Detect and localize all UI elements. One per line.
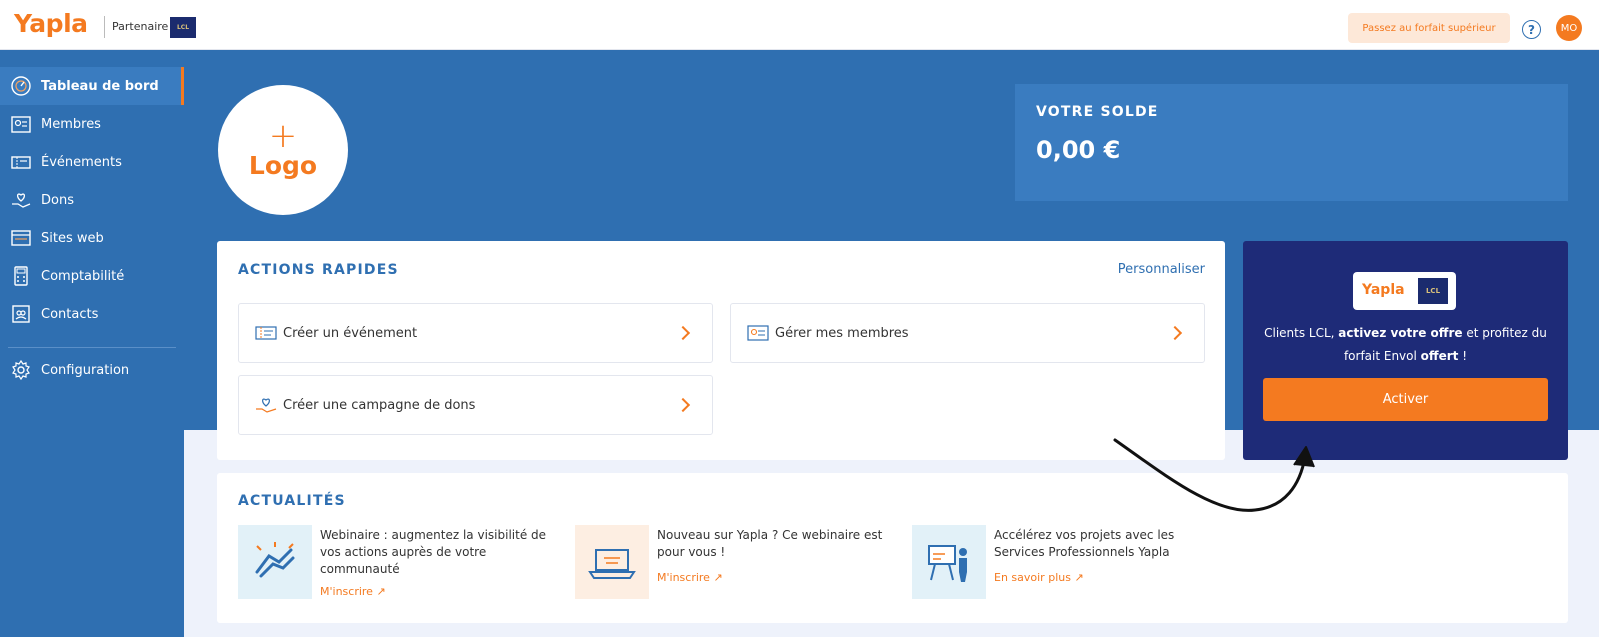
news-item-link[interactable]: M'inscrire ↗ [657, 571, 723, 584]
sidebar-item-configuration[interactable]: Configuration [0, 351, 184, 389]
logo-placeholder-text: Logo [248, 150, 318, 180]
news-item-link[interactable]: En savoir plus ↗ [994, 571, 1084, 584]
event-ticket-icon [255, 322, 277, 344]
action-label: Créer un événement [283, 325, 418, 341]
sidebar-item-label: Comptabilité [41, 268, 125, 284]
action-create-event[interactable]: Créer un événement [238, 303, 713, 363]
lcl-promo-card: Yapla LCL Clients LCL, activez votre off… [1243, 241, 1568, 460]
sidebar-item-accounting[interactable]: Comptabilité [0, 257, 184, 295]
quick-actions-title: ACTIONS RAPIDES [238, 262, 399, 278]
customize-link[interactable]: Personnaliser [1118, 262, 1205, 277]
promo-text: Clients LCL, activez votre offre et prof… [1263, 322, 1548, 368]
action-label: Gérer mes membres [775, 325, 909, 341]
news-item: Accélérez vos projets avec les Services … [912, 525, 1232, 605]
quick-actions-panel: ACTIONS RAPIDES Personnaliser Créer un é… [217, 241, 1225, 460]
news-item-title: Webinaire : augmentez la visibilité de v… [320, 528, 547, 576]
sidebar-item-label: Événements [41, 154, 122, 170]
sidebar-item-dashboard[interactable]: Tableau de bord [0, 67, 184, 105]
sidebar-item-label: Dons [41, 192, 74, 208]
news-link-text: M'inscrire [320, 585, 373, 598]
annotation-arrow [1113, 438, 1315, 512]
promo-text-bold: activez votre offre [1338, 326, 1463, 340]
news-item-title: Nouveau sur Yapla ? Ce webinaire est pou… [657, 528, 883, 559]
action-manage-members[interactable]: Gérer mes membres [730, 303, 1205, 363]
promo-partner-logo: Yapla LCL [1353, 272, 1456, 310]
chevron-right-icon [1167, 325, 1183, 341]
sidebar-item-label: Tableau de bord [41, 78, 159, 94]
brand-logo[interactable]: Yapla [14, 9, 88, 38]
sidebar: Tableau de bord Membres Événements Dons … [0, 50, 184, 637]
promo-text-bold: offert [1420, 349, 1459, 363]
sidebar-item-label: Contacts [41, 306, 99, 322]
laptop-icon [575, 525, 649, 599]
news-title: ACTUALITÉS [238, 493, 346, 509]
lcl-logo: LCL [170, 17, 196, 38]
events-icon [10, 151, 32, 173]
brand-separator [104, 16, 105, 38]
balance-value: 0,00 € [1036, 136, 1121, 164]
news-item: Webinaire : augmentez la visibilité de v… [238, 525, 558, 605]
add-logo-button[interactable]: + Logo [218, 85, 348, 215]
action-label: Créer une campagne de dons [283, 397, 476, 413]
news-panel: ACTUALITÉS Webinaire : augmentez la visi… [217, 473, 1568, 623]
sidebar-item-members[interactable]: Membres [0, 105, 184, 143]
sidebar-item-events[interactable]: Événements [0, 143, 184, 181]
news-link-text: En savoir plus [994, 571, 1071, 584]
external-link-icon: ↗ [709, 571, 723, 584]
lcl-logo: LCL [1418, 278, 1448, 304]
help-icon[interactable]: ? [1522, 20, 1541, 39]
promo-text-part: ! [1458, 349, 1468, 363]
upgrade-button[interactable]: Passez au forfait supérieur [1348, 13, 1510, 43]
chevron-right-icon [675, 397, 691, 413]
gear-icon [10, 359, 32, 381]
sidebar-item-label: Configuration [41, 362, 130, 378]
contacts-icon [10, 303, 32, 325]
promo-text-part: Clients LCL, [1264, 326, 1339, 340]
sidebar-item-label: Membres [41, 116, 101, 132]
news-item-title: Accélérez vos projets avec les Services … [994, 528, 1175, 559]
news-item-link[interactable]: M'inscrire ↗ [320, 585, 386, 598]
top-bar: Yapla Partenaire LCL Passez au forfait s… [0, 0, 1599, 50]
balance-card: VOTRE SOLDE 0,00 € [1015, 84, 1568, 201]
sidebar-item-websites[interactable]: Sites web [0, 219, 184, 257]
handshake-icon [238, 525, 312, 599]
sidebar-item-contacts[interactable]: Contacts [0, 295, 184, 333]
donation-hand-icon [255, 394, 277, 416]
news-item: Nouveau sur Yapla ? Ce webinaire est pou… [575, 525, 895, 605]
news-link-text: M'inscrire [657, 571, 710, 584]
presentation-icon [912, 525, 986, 599]
dashboard-icon [10, 75, 32, 97]
sidebar-divider [8, 347, 176, 348]
sidebar-item-label: Sites web [41, 230, 104, 246]
donations-icon [10, 189, 32, 211]
chevron-right-icon [675, 325, 691, 341]
action-create-donation-campaign[interactable]: Créer une campagne de dons [238, 375, 713, 435]
website-icon [10, 227, 32, 249]
sidebar-item-donations[interactable]: Dons [0, 181, 184, 219]
members-icon [10, 113, 32, 135]
external-link-icon: ↗ [1070, 571, 1084, 584]
plus-icon: + [268, 115, 298, 156]
promo-brand: Yapla [1362, 282, 1405, 298]
accounting-icon [10, 265, 32, 287]
partner-label: Partenaire [112, 20, 169, 33]
external-link-icon: ↗ [372, 585, 386, 598]
activate-button[interactable]: Activer [1263, 378, 1548, 421]
member-card-icon [747, 322, 769, 344]
balance-label: VOTRE SOLDE [1036, 104, 1159, 120]
avatar[interactable]: MO [1556, 15, 1582, 41]
